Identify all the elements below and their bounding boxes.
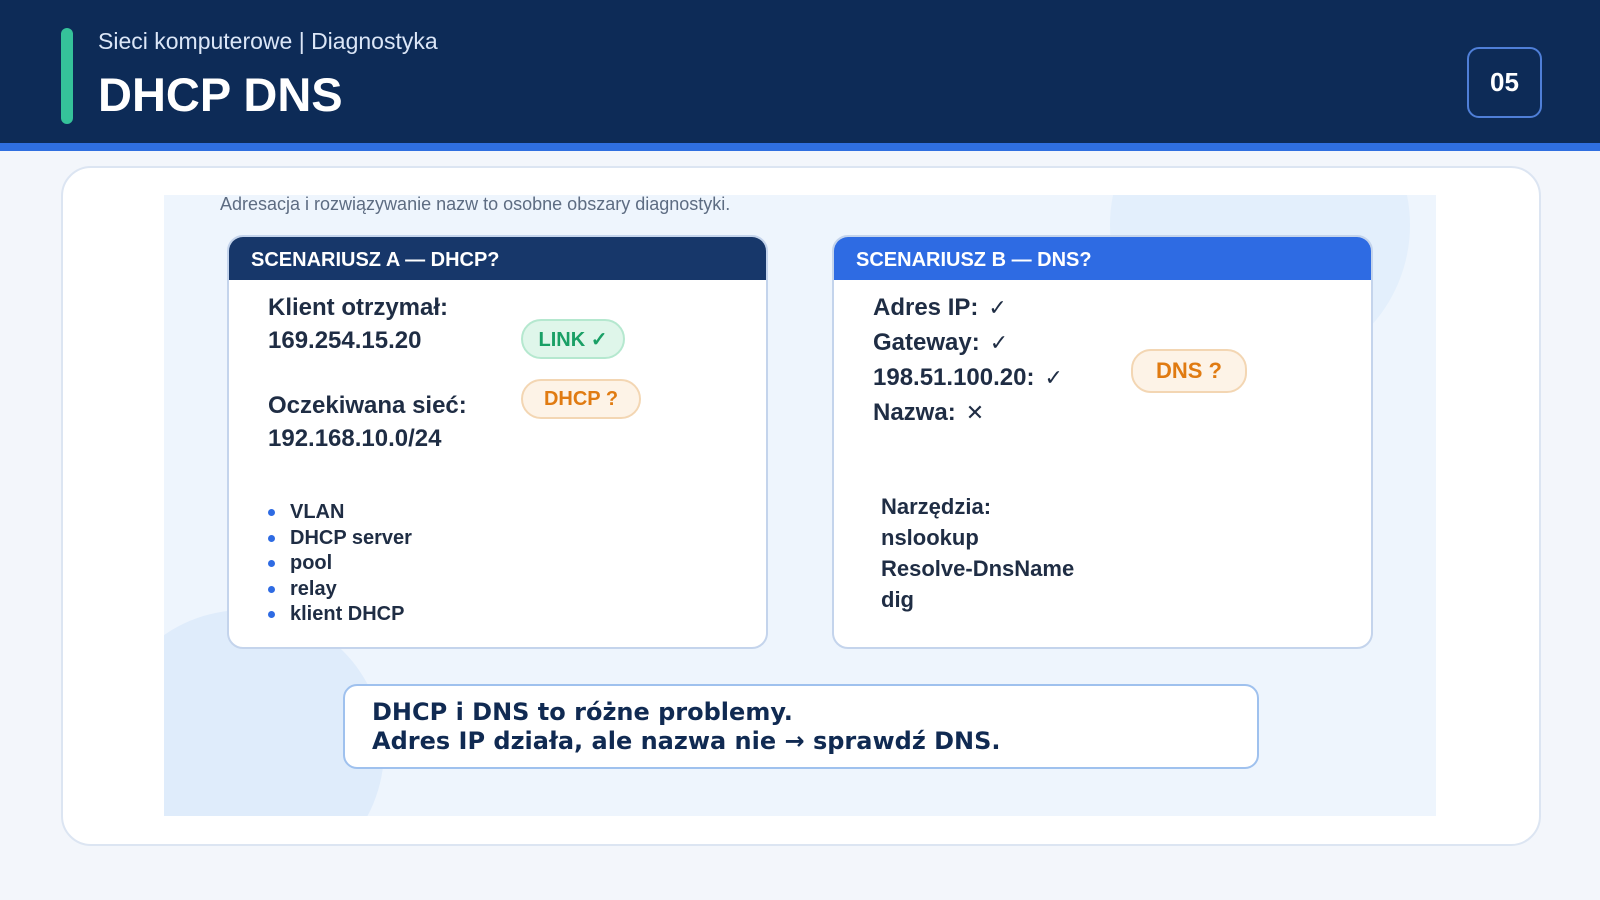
scenario-b-panel: SCENARIUSZ B — DNS? Adres IP: ✓ Gateway: ✓… xyxy=(832,235,1373,649)
received-value: 169.254.15.20 xyxy=(268,327,422,354)
cross-icon: ✕ xyxy=(965,400,985,425)
header-stripe xyxy=(0,143,1600,151)
bullet-icon xyxy=(268,585,275,593)
bullet-icon xyxy=(268,611,275,619)
check-gateway: Gateway: ✓ xyxy=(873,329,1009,356)
check-icon: ✓ xyxy=(989,330,1009,355)
intro-text: Adresacja i rozwiązywanie nazw to osobne… xyxy=(220,194,731,214)
received-label: Klient otrzymał: xyxy=(268,294,449,321)
tool-item: dig xyxy=(881,587,914,612)
dns-question-badge: DNS ? xyxy=(1131,349,1247,393)
scenario-a-panel: SCENARIUSZ A — DHCP? Klient otrzymał: 16… xyxy=(227,235,768,649)
bullet-icon xyxy=(268,509,275,517)
bullet-icon xyxy=(268,560,275,568)
tool-item: nslookup xyxy=(881,525,979,550)
scenario-b-heading: SCENARIUSZ B — DNS? xyxy=(834,237,1371,280)
dhcp-checklist: VLAN DHCP server pool relay klient DHCP xyxy=(268,500,412,628)
list-item: relay xyxy=(268,577,412,603)
list-item: klient DHCP xyxy=(268,602,412,628)
check-ip: Adres IP: ✓ xyxy=(873,294,1007,321)
link-ok-badge: LINK ✓ xyxy=(521,319,625,359)
summary-callout: DHCP i DNS to różne problemy. Adres IP d… xyxy=(343,684,1259,769)
list-item: DHCP server xyxy=(268,526,412,552)
slide-title: DHCP DNS xyxy=(98,68,343,121)
expected-label: Oczekiwana sieć: xyxy=(268,392,467,419)
bullet-icon xyxy=(268,534,275,542)
scenario-a-heading: SCENARIUSZ A — DHCP? xyxy=(229,237,766,280)
check-dns-server: 198.51.100.20: ✓ xyxy=(873,364,1063,391)
slide-subtitle: Sieci komputerowe | Diagnostyka xyxy=(98,28,438,54)
check-icon: ✓ xyxy=(1044,365,1063,390)
tool-item: Resolve-DnsName xyxy=(881,556,1075,581)
dhcp-question-badge: DHCP ? xyxy=(521,379,641,419)
list-item: VLAN xyxy=(268,500,412,526)
callout-line: DHCP i DNS to różne problemy. xyxy=(372,698,793,726)
check-icon: ✓ xyxy=(988,295,1007,320)
list-item: pool xyxy=(268,551,412,577)
callout-line: Adres IP działa, ale nazwa nie → sprawdź… xyxy=(372,727,1001,755)
check-name: Nazwa: ✕ xyxy=(873,399,985,426)
expected-value: 192.168.10.0/24 xyxy=(268,425,442,452)
accent-bar xyxy=(61,28,73,124)
tools-label: Narzędzia: xyxy=(881,494,992,519)
page-number-badge: 05 xyxy=(1467,47,1542,118)
